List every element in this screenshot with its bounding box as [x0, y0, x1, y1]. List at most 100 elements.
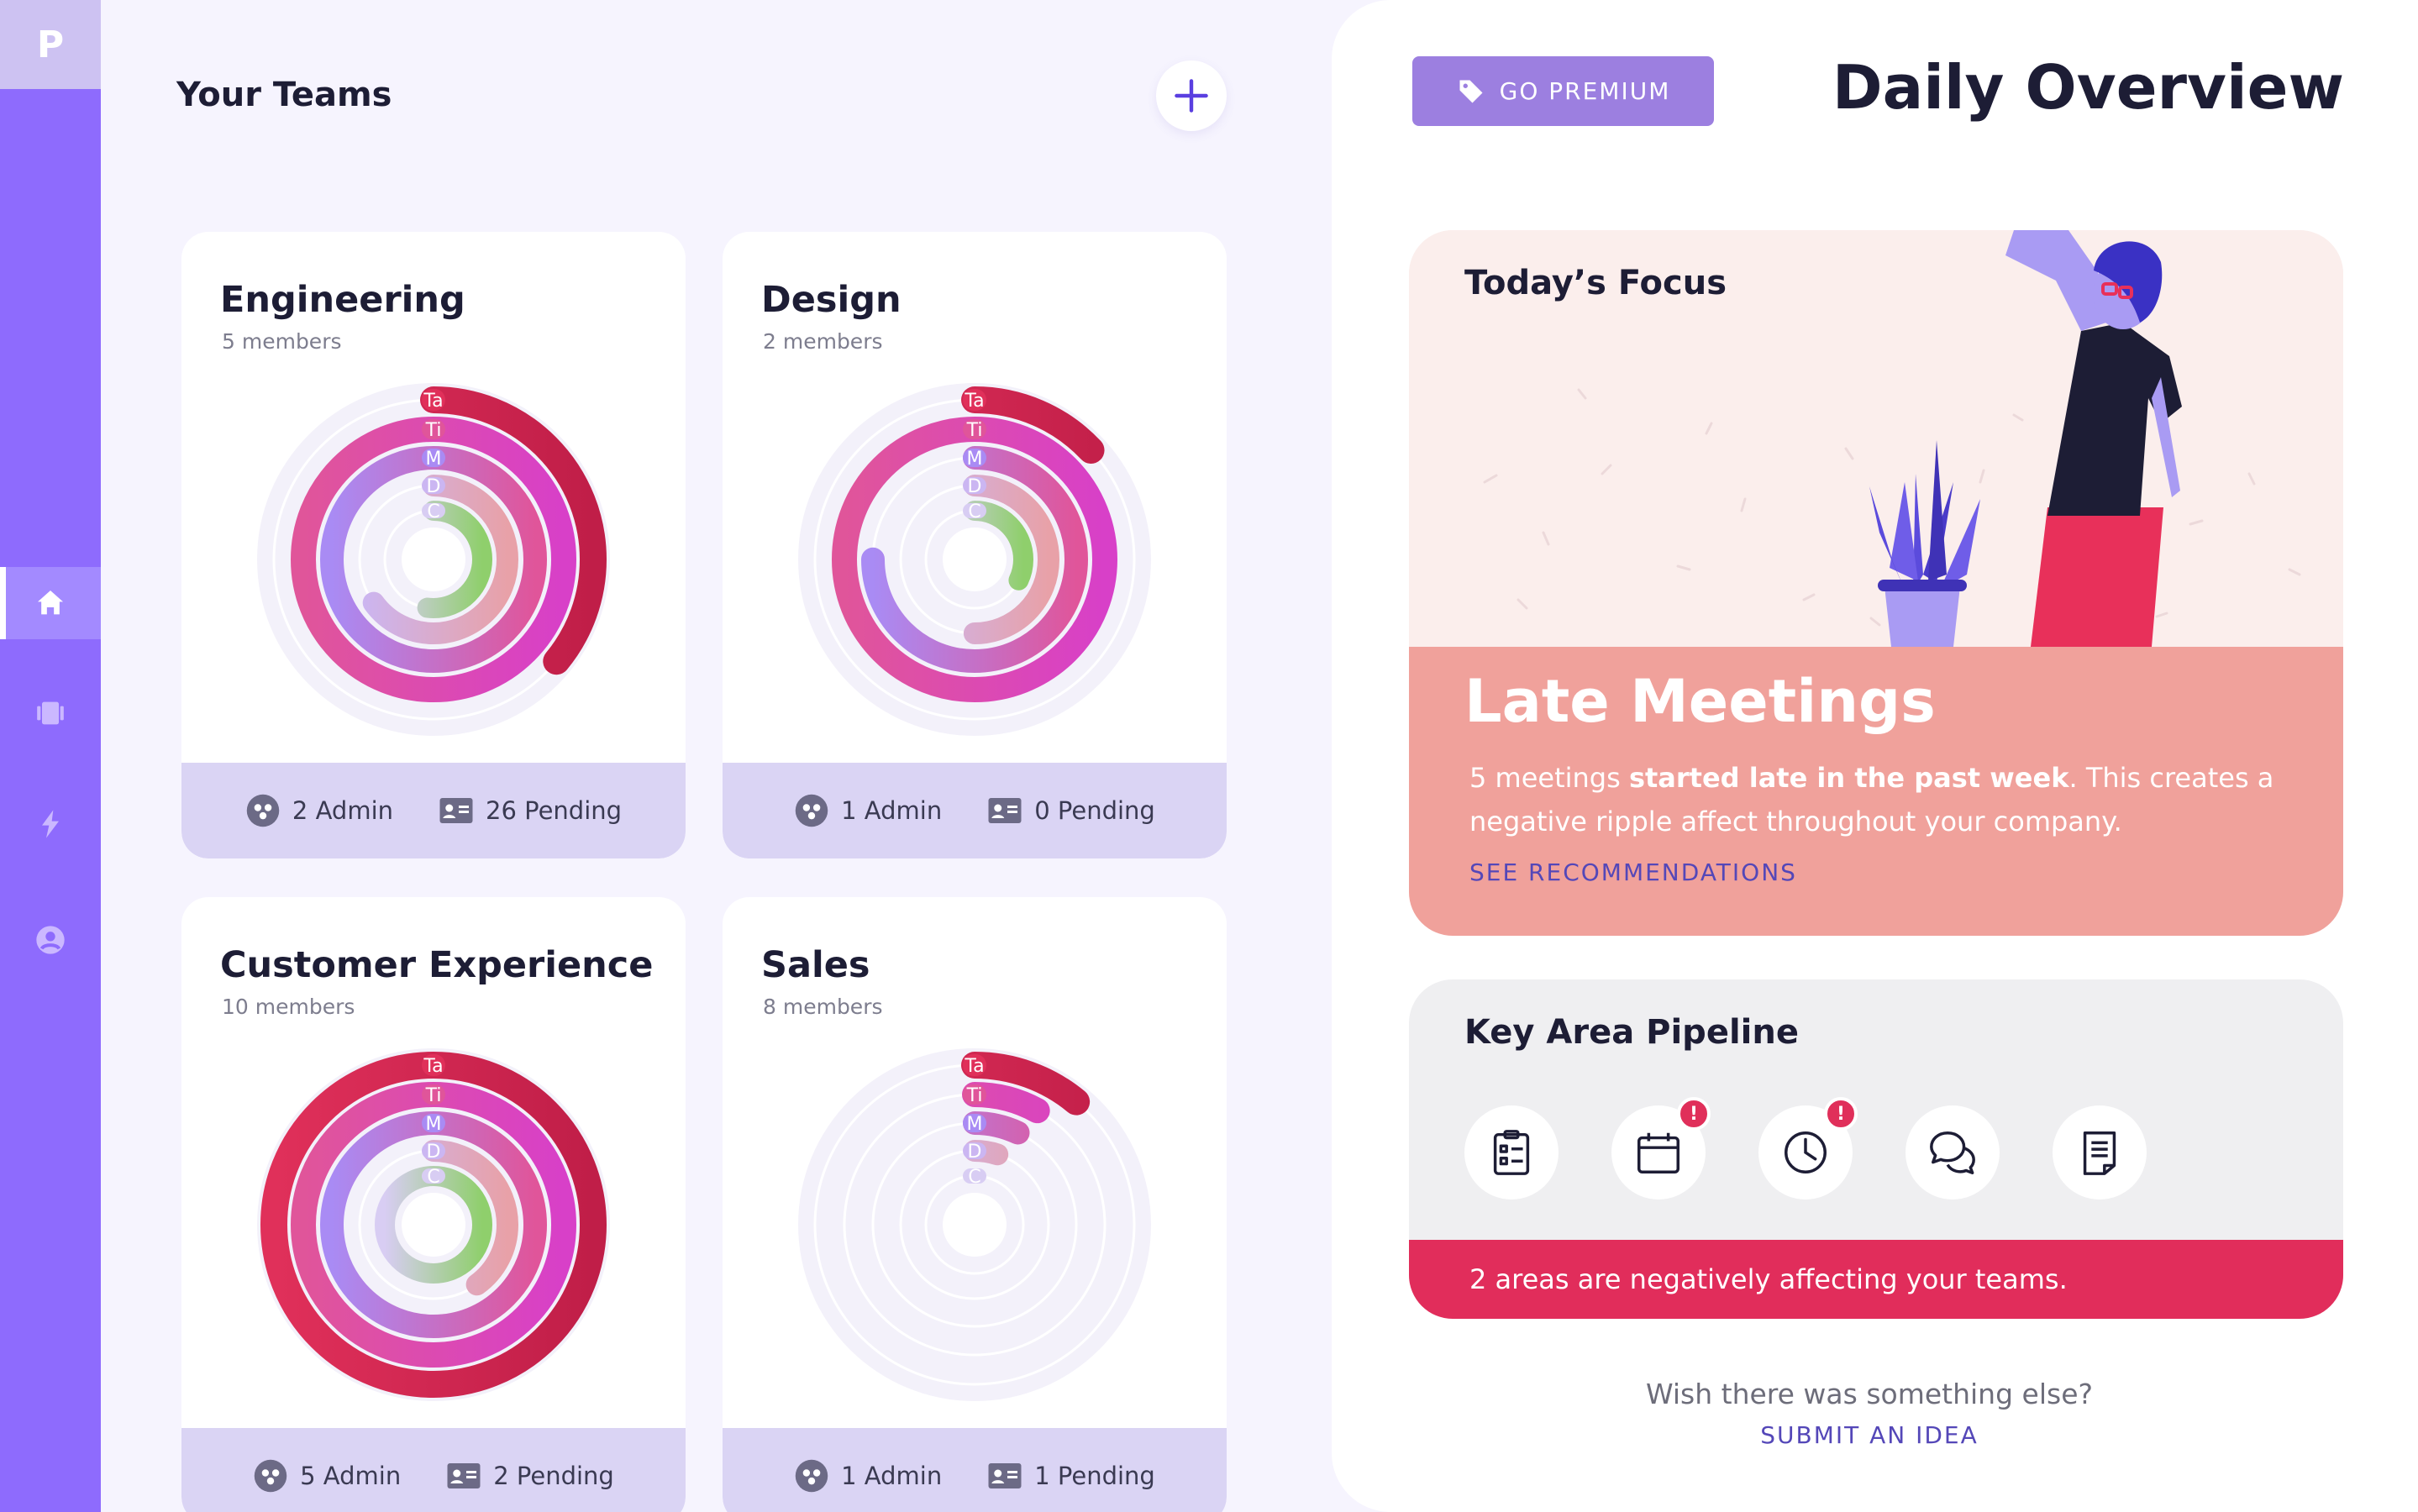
- rings-center: [402, 528, 465, 591]
- admin-stat[interactable]: 2 Admin: [245, 793, 393, 828]
- id-card-icon: [439, 798, 473, 823]
- focus-summary: Late Meetings 5 meetings started late in…: [1409, 647, 2343, 936]
- pipeline-item-document[interactable]: [2053, 1105, 2147, 1200]
- app-logo-letter: P: [36, 23, 65, 66]
- ring-label: C: [427, 501, 439, 522]
- admin-count: 1 Admin: [841, 1462, 943, 1490]
- ring-label: M: [967, 1114, 983, 1135]
- pending-count: 26 Pending: [486, 796, 623, 825]
- admin-stat[interactable]: 1 Admin: [794, 793, 942, 828]
- cards-icon: [37, 701, 64, 725]
- team-icon: [246, 794, 280, 827]
- pending-count: 0 Pending: [1034, 796, 1155, 825]
- ring-label: M: [426, 449, 442, 470]
- ring-label: Ta: [964, 391, 984, 412]
- team-card-footer: 5 Admin 2 Pending: [181, 1428, 686, 1512]
- team-card-footer: 2 Admin 26 Pending: [181, 763, 686, 858]
- feedback-question: Wish there was something else?: [1645, 1378, 2094, 1410]
- document-icon: [2083, 1131, 2116, 1175]
- pending-stat[interactable]: 2 Pending: [446, 1458, 614, 1494]
- ring-label: Ta: [964, 1056, 984, 1077]
- team-name: Engineering: [220, 279, 465, 321]
- team-activity-rings: Ta Ti MDC: [798, 1048, 1151, 1401]
- focus-label: Today’s Focus: [1464, 264, 1727, 302]
- pending-stat[interactable]: 0 Pending: [987, 793, 1155, 828]
- checklist-icon: [1493, 1130, 1530, 1175]
- pipeline-alert-banner: 2 areas are negatively affecting your te…: [1409, 1240, 2343, 1319]
- bolt-icon: [42, 810, 59, 838]
- alert-badge: !: [1824, 1097, 1858, 1131]
- pending-stat[interactable]: 1 Pending: [987, 1458, 1155, 1494]
- ring-label: D: [968, 1142, 982, 1163]
- home-icon: [38, 591, 63, 615]
- team-icon: [254, 1459, 287, 1493]
- see-recommendations-link[interactable]: SEE RECOMMENDATIONS: [1469, 858, 1797, 886]
- plus-icon: [1175, 79, 1208, 113]
- pipeline-item-checklist[interactable]: [1464, 1105, 1559, 1200]
- page-title: Daily Overview: [1832, 52, 2344, 123]
- focus-description: 5 meetings started late in the past week…: [1469, 756, 2276, 843]
- team-card-customer-experience[interactable]: Customer Experience 10 members Ta Ti M D C 5…: [181, 897, 686, 1512]
- clock-icon: [1785, 1131, 1827, 1173]
- submit-idea-link[interactable]: SUBMIT AN IDEA: [1428, 1421, 2310, 1449]
- team-icon: [795, 1459, 828, 1493]
- team-card-sales[interactable]: Sales 8 members Ta Ti M D C 1 Admin 1 Pendin…: [723, 897, 1227, 1512]
- team-card-engineering[interactable]: Engineering 5 members Ta Ti M D C 2 Admin 26…: [181, 232, 686, 858]
- app-logo[interactable]: P: [0, 0, 101, 89]
- ring-label: Ta: [423, 1056, 443, 1077]
- nav-cards[interactable]: [0, 677, 101, 749]
- team-members: 5 members: [222, 329, 342, 354]
- focus-desc-bold: started late in the past week: [1628, 762, 2069, 794]
- pipeline-title: Key Area Pipeline: [1464, 1013, 1799, 1052]
- go-premium-button[interactable]: GO PREMIUM: [1412, 56, 1714, 126]
- admin-stat[interactable]: 1 Admin: [794, 1458, 942, 1494]
- id-card-icon: [988, 1463, 1022, 1488]
- ring-label: Ti: [425, 420, 442, 441]
- team-card-footer: 1 Admin 0 Pending: [723, 763, 1227, 858]
- rings-center: [943, 1193, 1007, 1257]
- todays-focus-card: Today’s Focus Late Meetings 5 meetings s…: [1409, 230, 2343, 936]
- team-activity-rings: Ta Ti MDC: [798, 383, 1151, 736]
- rings-center: [402, 1193, 465, 1257]
- ring-label: C: [968, 501, 980, 522]
- team-name: Design: [761, 279, 901, 321]
- nav-activity[interactable]: [0, 788, 101, 860]
- add-team-button[interactable]: [1156, 60, 1227, 131]
- ring-label: C: [427, 1167, 439, 1188]
- team-icon: [795, 794, 828, 827]
- team-members: 8 members: [763, 995, 883, 1019]
- team-activity-rings: Ta Ti MDC: [257, 383, 610, 736]
- tag-icon: [1459, 80, 1483, 102]
- ring-label: D: [968, 476, 982, 497]
- chat-icon: [1930, 1131, 1975, 1174]
- pipeline-item-calendar[interactable]: !: [1611, 1097, 1711, 1200]
- ring-label: Ti: [966, 420, 983, 441]
- admin-count: 2 Admin: [292, 796, 394, 825]
- nav-home[interactable]: [0, 567, 101, 639]
- nav-profile[interactable]: [0, 904, 101, 976]
- id-card-icon: [447, 1463, 481, 1488]
- admin-count: 1 Admin: [841, 796, 943, 825]
- ring-label: D: [427, 476, 441, 497]
- pending-stat[interactable]: 26 Pending: [439, 793, 622, 828]
- team-name: Sales: [761, 944, 870, 986]
- ring-label: D: [427, 1142, 441, 1163]
- pipeline-item-clock[interactable]: !: [1758, 1097, 1858, 1200]
- pipeline-item-chat[interactable]: [1905, 1105, 2000, 1200]
- key-area-pipeline-card: Key Area Pipeline ! ! 2 areas are negati…: [1409, 979, 2343, 1319]
- alert-badge: !: [1677, 1097, 1711, 1131]
- ring-label: Ti: [425, 1085, 442, 1106]
- admin-stat[interactable]: 5 Admin: [253, 1458, 401, 1494]
- team-card-design[interactable]: Design 2 members Ta Ti M D C 1 Admin 0 Pendi…: [723, 232, 1227, 858]
- rings-center: [943, 528, 1007, 591]
- id-card-icon: [988, 798, 1022, 823]
- focus-headline: Late Meetings: [1464, 667, 1936, 736]
- ring-label: M: [426, 1114, 442, 1135]
- team-card-footer: 1 Admin 1 Pending: [723, 1428, 1227, 1512]
- team-activity-rings: Ta Ti MDC: [257, 1048, 610, 1401]
- team-members: 2 members: [763, 329, 883, 354]
- ring-label: M: [967, 449, 983, 470]
- calendar-icon: [1637, 1132, 1679, 1173]
- admin-count: 5 Admin: [300, 1462, 402, 1490]
- pending-count: 2 Pending: [493, 1462, 614, 1490]
